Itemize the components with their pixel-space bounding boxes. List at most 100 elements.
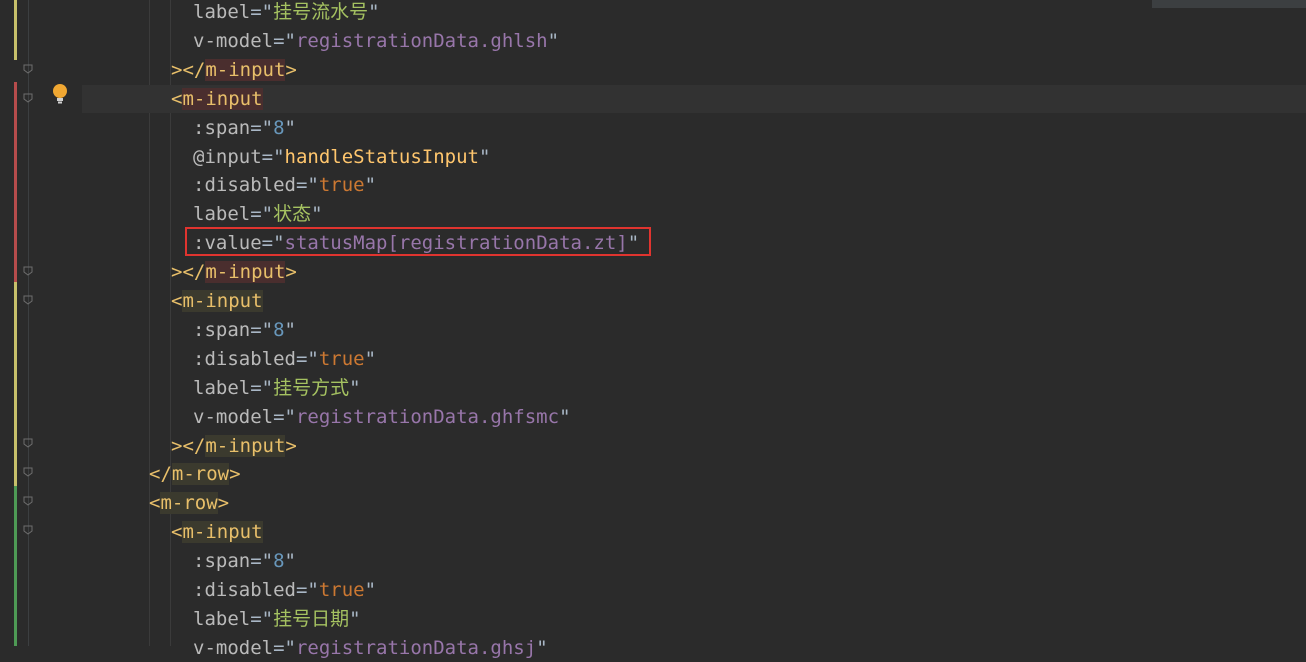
tag-bracket: > [217,492,230,515]
code-line[interactable]: :span="8" [82,316,296,344]
code-line[interactable]: v-model="registrationData.ghsj" [82,634,548,662]
fold-marker-icon[interactable] [22,466,34,478]
attribute-eq: =" [273,405,296,428]
attribute-eq: =" [295,174,319,197]
code-line[interactable]: :disabled="true" [82,171,376,199]
attribute-name: v-model [193,29,274,52]
attribute-eq: =" [250,203,274,226]
tag-bracket: > [229,463,241,486]
tag-name: m-input [182,290,263,312]
attribute-eq: =" [273,636,296,659]
fold-marker-icon[interactable] [22,265,34,277]
attribute-value: registrationData.ghlsh [295,29,548,52]
attribute-value: true [318,347,365,370]
attribute-eq: =" [295,579,319,601]
attribute-eq: =" [250,550,274,573]
attribute-eq: =" [250,116,274,139]
code-line[interactable]: @input="handleStatusInput" [82,143,490,171]
attribute-name: label [193,607,251,630]
code-line[interactable]: </m-row> [82,460,241,488]
attribute-name: label [193,1,251,23]
attribute-quote: " [364,347,377,370]
tag-bracket: ></ [171,434,206,457]
tag-name: m-input [182,521,263,544]
code-line[interactable]: label="挂号方式" [82,374,361,402]
attribute-value: 挂号流水号 [273,1,369,23]
tag-bracket: < [171,290,183,312]
code-line[interactable]: :disabled="true" [82,576,376,604]
attribute-name: v-model [193,636,274,659]
attribute-quote: " [284,550,296,573]
code-line[interactable]: label="状态" [82,200,323,228]
editor-gutter[interactable] [0,0,82,646]
fold-marker-icon[interactable] [22,437,34,449]
attribute-name: label [193,376,251,399]
code-line[interactable]: ></m-input> [82,56,297,84]
code-line[interactable]: ></m-input> [82,432,297,460]
vcs-change-marker[interactable] [14,486,17,646]
attribute-eq: =" [295,347,319,370]
tag-bracket: ></ [171,261,206,284]
fold-marker-icon[interactable] [22,92,34,104]
attribute-eq: =" [250,376,274,399]
code-line[interactable]: :span="8" [82,547,296,575]
tag-bracket: < [149,492,161,515]
attribute-value: 8 [273,550,285,573]
tag-bracket: </ [149,463,172,486]
attribute-value: registrationData.ghfsmc [295,405,560,428]
attribute-name: :span [193,550,251,573]
attribute-value: registrationData.ghsj [295,636,537,659]
vcs-change-marker[interactable] [14,282,17,486]
vcs-change-marker[interactable] [14,82,17,282]
attribute-quote: " [284,318,296,341]
code-editor[interactable]: label="挂号流水号" v-model="registrationData.g… [82,0,1306,659]
tag-bracket: ></ [171,58,206,81]
tag-name: m-input [182,87,263,110]
code-line[interactable]: label="挂号流水号" [82,0,380,26]
attribute-name: :disabled [193,174,296,197]
attribute-quote: " [284,116,296,139]
attribute-quote: " [559,405,571,428]
tag-name: m-input [205,58,286,81]
attribute-eq: =" [250,318,274,341]
code-line[interactable]: <m-input [82,518,263,546]
attribute-value: 状态 [273,203,312,226]
attribute-quote: " [536,636,548,659]
tag-bracket: > [285,58,297,81]
tag-name: m-input [205,261,286,284]
attribute-name: label [193,203,251,226]
vcs-change-marker[interactable] [14,0,17,60]
attribute-name: @input [193,145,262,168]
attribute-value: true [318,174,365,197]
code-line[interactable]: <m-input [82,287,263,315]
attribute-quote: " [368,1,380,23]
attribute-value: 挂号日期 [273,607,350,630]
attribute-eq: =" [273,29,296,52]
tag-bracket: > [285,434,297,457]
attribute-value: 挂号方式 [273,376,350,399]
code-line[interactable]: <m-input [82,84,1306,113]
tag-bracket: < [171,521,183,544]
fold-marker-icon[interactable] [22,63,34,75]
annotation-highlight-box [185,227,651,256]
attribute-eq: =" [250,607,274,630]
attribute-quote: " [349,607,361,630]
fold-marker-icon[interactable] [22,524,34,536]
fold-marker-icon[interactable] [22,495,34,507]
code-line[interactable]: <m-row> [82,489,229,517]
code-line[interactable]: label="挂号日期" [82,605,361,633]
attribute-name: :disabled [193,579,296,601]
code-line[interactable]: :span="8" [82,114,296,142]
attribute-quote: " [547,29,560,52]
code-line[interactable]: ></m-input> [82,258,297,286]
attribute-value: 8 [273,318,285,341]
attribute-quote: " [311,203,323,226]
tag-name: m-row [160,492,218,515]
code-line[interactable]: v-model="registrationData.ghfsmc" [82,403,571,431]
attribute-eq: =" [250,1,274,23]
tag-name: m-row [171,463,230,486]
fold-marker-icon[interactable] [22,294,34,306]
code-line[interactable]: v-model="registrationData.ghlsh" [82,27,559,55]
code-line[interactable]: :disabled="true" [82,345,376,373]
lightbulb-icon[interactable] [52,83,68,105]
